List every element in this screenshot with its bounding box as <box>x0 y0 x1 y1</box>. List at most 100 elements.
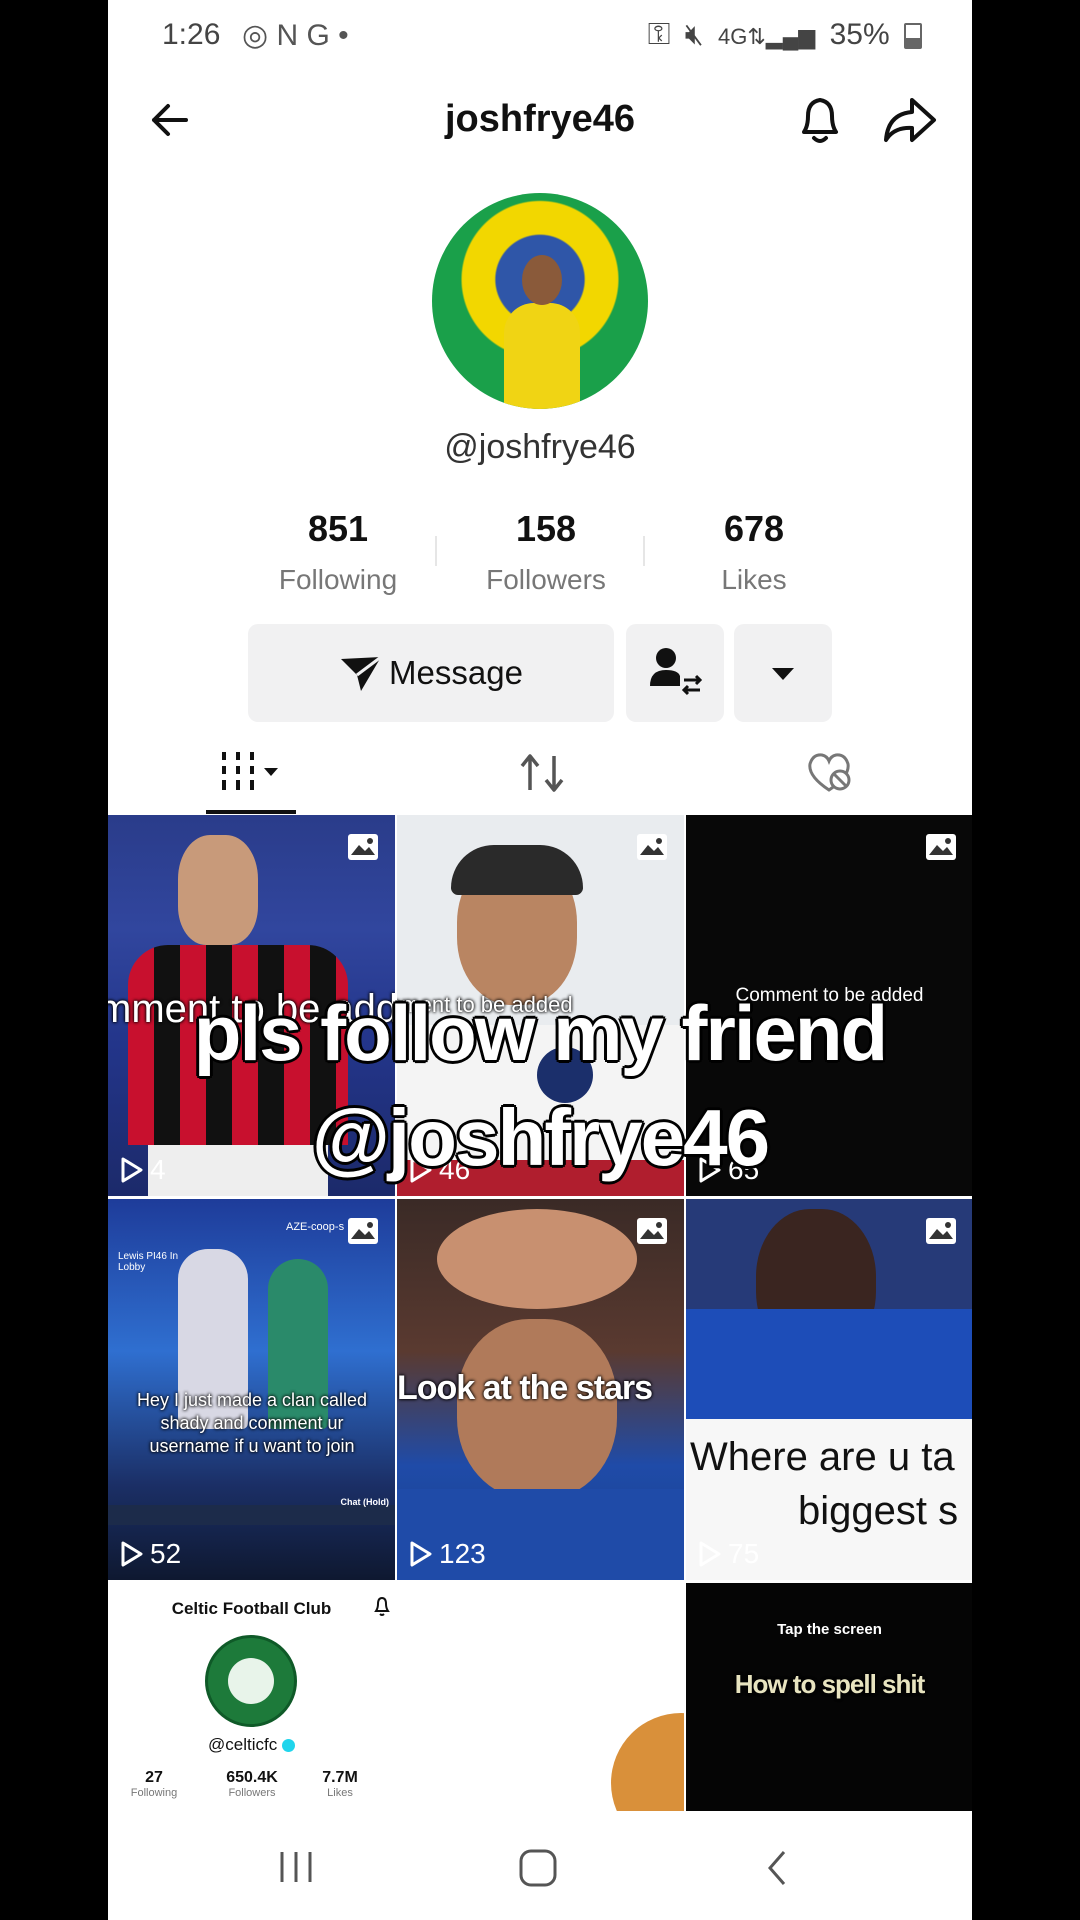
back-nav-icon[interactable] <box>764 1848 790 1888</box>
profile-header: joshfrye46 <box>108 72 972 168</box>
tab-reposts-icon[interactable] <box>518 750 566 796</box>
recent-apps-icon[interactable] <box>278 1850 314 1884</box>
verified-icon <box>281 1739 295 1753</box>
game-chat-label: Chat (Hold) <box>340 1497 390 1507</box>
overlay-text-line2: @joshfrye46 <box>311 1093 770 1182</box>
profile-handle: @joshfrye46 <box>444 428 636 466</box>
overlay-text-line1: pls follow my friend <box>193 989 888 1077</box>
video-tile[interactable]: Lewis PI46 In Lobby AZE-coop-s Hey I jus… <box>108 1199 395 1580</box>
avatar[interactable] <box>432 193 648 409</box>
home-icon[interactable] <box>518 1848 558 1888</box>
status-time: 1:26 <box>162 18 221 51</box>
video-grid: mment to be added 4 mment to be added 46… <box>108 815 972 1811</box>
caret-down-icon <box>772 668 794 680</box>
phone-screen: 1:26 ◎ N G • ⚿ 🔇︎ 4G⇅▂▄▆ 35% joshfrye46 … <box>108 0 972 1920</box>
view-count-value: 123 <box>439 1538 486 1569</box>
view-count: 123 <box>409 1538 486 1570</box>
video-tile[interactable]: Look at the stars 123 <box>397 1199 684 1580</box>
play-icon <box>410 1541 432 1567</box>
celtic-crest <box>205 1635 297 1727</box>
stat-value: 851 <box>307 508 369 549</box>
status-bar: 1:26 ◎ N G • ⚿ 🔇︎ 4G⇅▂▄▆ 35% <box>108 0 972 72</box>
photo-post-icon <box>348 1218 378 1244</box>
stat-following[interactable]: 851 Following <box>238 508 438 596</box>
mute-icon: 🔇︎ <box>684 18 704 51</box>
video-caption-line1: Where are u ta <box>690 1435 955 1479</box>
player-face <box>457 1319 617 1499</box>
message-label: Message <box>389 654 523 691</box>
stat-divider <box>643 536 645 566</box>
stat-likes[interactable]: 678 Likes <box>654 508 854 596</box>
video-tile[interactable]: Where are u ta biggest s 75 <box>686 1199 972 1580</box>
celtic-handle: @celticfc <box>208 1735 278 1754</box>
video-tile[interactable]: Tap the screen How to spell shit <box>686 1583 972 1811</box>
crest-center <box>228 1658 274 1704</box>
key-icon: ⚿ <box>647 18 671 51</box>
celtic-stat-value: 7.7M <box>322 1769 358 1786</box>
photo-post-icon <box>637 834 667 860</box>
celtic-stat-label: Followers <box>228 1787 276 1799</box>
stat-label: Likes <box>721 564 787 595</box>
play-icon <box>121 1541 143 1567</box>
video-top-text: Tap the screen <box>777 1621 882 1638</box>
share-icon[interactable] <box>882 94 938 146</box>
celtic-stat-value: 27 <box>145 1769 163 1786</box>
celtic-stat-followers: 650.4K Followers <box>208 1769 296 1799</box>
player-hair <box>451 845 583 895</box>
more-dropdown-button[interactable] <box>734 624 832 722</box>
message-button[interactable]: Message <box>248 624 614 722</box>
avatar-figure-head <box>522 255 562 305</box>
celtic-stat-label: Following <box>130 1787 178 1799</box>
player-jersey <box>686 1309 972 1419</box>
stat-label: Following <box>278 564 398 595</box>
celtic-stat-likes: 7.7M Likes <box>308 1769 372 1799</box>
stat-followers[interactable]: 158 Followers <box>446 508 646 596</box>
view-count: 75 <box>698 1538 759 1570</box>
celtic-handle-row: @celticfc <box>108 1735 395 1755</box>
game-hotbar <box>108 1505 395 1525</box>
send-icon <box>341 655 382 691</box>
video-caption: Look at the stars <box>397 1369 653 1407</box>
player-head <box>178 835 258 945</box>
heart-hands <box>437 1209 637 1309</box>
photo-post-icon <box>348 834 378 860</box>
view-count-value: 75 <box>728 1538 760 1569</box>
celtic-stat-value: 650.4K <box>226 1769 278 1786</box>
photo-post-icon <box>926 1218 956 1244</box>
celtic-name: Celtic Football Club <box>171 1599 332 1618</box>
celtic-stat-following: 27 Following <box>126 1769 182 1799</box>
tab-videos-grid-icon[interactable] <box>220 748 286 794</box>
stat-value: 678 <box>723 508 785 549</box>
game-player-tag: Lewis PI46 In Lobby <box>118 1251 179 1273</box>
person-swap-icon <box>650 648 703 696</box>
food-item <box>611 1713 684 1811</box>
battery-icon <box>904 23 922 50</box>
tab-liked-hidden-icon[interactable] <box>804 748 854 798</box>
signal-icon: 4G⇅▂▄▆ <box>718 24 816 49</box>
video-caption: How to spell shit <box>734 1669 926 1699</box>
status-right: ⚿ 🔇︎ 4G⇅▂▄▆ 35% <box>642 18 922 52</box>
play-icon <box>699 1541 721 1567</box>
avatar-figure-body <box>504 303 580 409</box>
photo-post-icon <box>637 1218 667 1244</box>
friend-status-button[interactable] <box>626 624 724 722</box>
view-count: 52 <box>120 1538 181 1570</box>
photo-post-icon <box>926 834 956 860</box>
bell-icon <box>374 1596 390 1616</box>
celtic-stat-label: Likes <box>327 1787 353 1799</box>
stat-divider <box>435 536 437 566</box>
view-count-value: 52 <box>150 1538 182 1569</box>
stat-label: Followers <box>486 564 606 595</box>
notification-icons: ◎ N G • <box>242 19 349 52</box>
android-nav-bar <box>108 1812 972 1920</box>
battery-percent: 35% <box>829 18 890 51</box>
active-tab-indicator <box>206 810 296 814</box>
game-badge: AZE-coop-s <box>286 1221 345 1233</box>
video-caption: Hey I just made a clan called shady and … <box>136 1390 368 1456</box>
video-tile[interactable] <box>397 1583 684 1811</box>
profile-tabs <box>108 730 972 814</box>
bell-icon[interactable] <box>794 92 846 146</box>
video-caption-line2: biggest s <box>798 1489 959 1533</box>
celtic-profile-tile[interactable]: Celtic Football Club @celticfc 27 Follow… <box>108 1583 395 1811</box>
stat-value: 158 <box>515 508 577 549</box>
